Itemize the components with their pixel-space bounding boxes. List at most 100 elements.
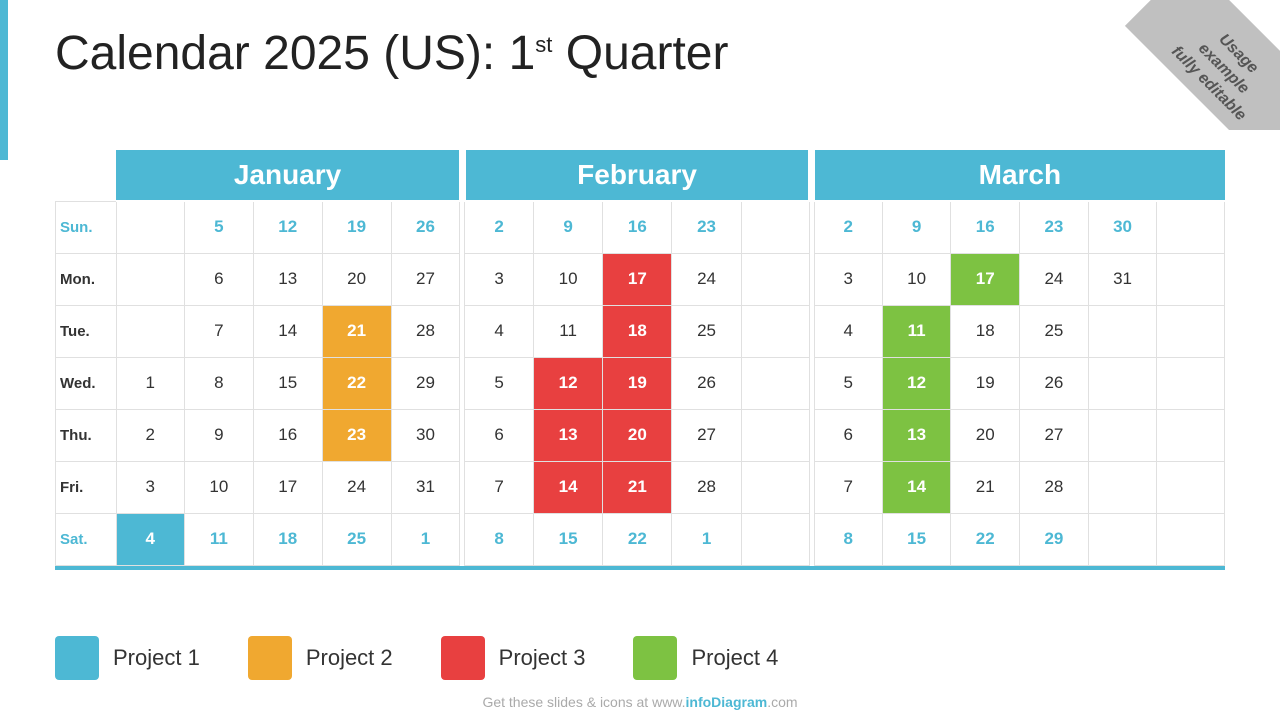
date-cell: 9 — [533, 201, 602, 253]
legend-label-proj4: Project 4 — [691, 645, 778, 671]
legend-color-proj4 — [633, 636, 677, 680]
date-cell — [1157, 513, 1225, 565]
date-cell: 23 — [1020, 201, 1089, 253]
date-cell — [1157, 305, 1225, 357]
date-cell: 8 — [814, 513, 882, 565]
legend-label-proj2: Project 2 — [306, 645, 393, 671]
date-cell: 12 — [253, 201, 322, 253]
date-cell — [116, 201, 184, 253]
date-cell: 2 — [116, 409, 184, 461]
date-cell: 3 — [465, 253, 534, 305]
date-cell: 15 — [253, 357, 322, 409]
month-march: March — [814, 149, 1224, 201]
legend-item-proj2: Project 2 — [248, 636, 393, 680]
legend-label-proj1: Project 1 — [113, 645, 200, 671]
day-label-wed: Wed. — [56, 357, 117, 409]
date-cell: 31 — [391, 461, 460, 513]
date-cell: 25 — [1020, 305, 1089, 357]
legend-item-proj4: Project 4 — [633, 636, 778, 680]
date-cell — [1088, 305, 1157, 357]
calendar-table: January February March Sun. 5 12 19 26 2… — [55, 148, 1225, 566]
date-cell: 14 — [533, 461, 602, 513]
date-cell: 1 — [391, 513, 460, 565]
date-cell: 18 — [603, 305, 672, 357]
date-cell: 6 — [184, 253, 253, 305]
date-cell: 1 — [672, 513, 741, 565]
date-cell: 11 — [533, 305, 602, 357]
date-cell: 26 — [391, 201, 460, 253]
legend-color-proj3 — [441, 636, 485, 680]
day-label-thu: Thu. — [56, 409, 117, 461]
date-cell: 31 — [1088, 253, 1157, 305]
date-cell — [741, 253, 809, 305]
date-cell: 19 — [951, 357, 1020, 409]
legend-color-proj2 — [248, 636, 292, 680]
legend-label-proj3: Project 3 — [499, 645, 586, 671]
table-row: Fri. 3 10 17 24 31 7 14 21 28 7 14 21 28 — [56, 461, 1225, 513]
date-cell: 24 — [672, 253, 741, 305]
date-cell: 6 — [465, 409, 534, 461]
date-cell: 30 — [391, 409, 460, 461]
date-cell — [1157, 461, 1225, 513]
table-row: Mon. 6 13 20 27 3 10 17 24 3 10 17 24 31 — [56, 253, 1225, 305]
table-row: Tue. 7 14 21 28 4 11 18 25 4 11 18 25 — [56, 305, 1225, 357]
date-cell: 3 — [814, 253, 882, 305]
date-cell: 17 — [951, 253, 1020, 305]
date-cell: 2 — [465, 201, 534, 253]
month-february: February — [465, 149, 810, 201]
date-cell: 30 — [1088, 201, 1157, 253]
date-cell: 8 — [465, 513, 534, 565]
date-cell: 22 — [603, 513, 672, 565]
date-cell: 13 — [253, 253, 322, 305]
date-cell: 10 — [533, 253, 602, 305]
date-cell: 20 — [603, 409, 672, 461]
table-row: Sun. 5 12 19 26 2 9 16 23 2 9 16 23 — [56, 201, 1225, 253]
corner-ribbon-text: Usageexamplefully editable — [1125, 0, 1280, 130]
date-cell: 27 — [672, 409, 741, 461]
date-cell: 14 — [253, 305, 322, 357]
date-cell: 18 — [253, 513, 322, 565]
legend-item-proj3: Project 3 — [441, 636, 586, 680]
day-label-sat: Sat. — [56, 513, 117, 565]
date-cell: 23 — [672, 201, 741, 253]
calendar: January February March Sun. 5 12 19 26 2… — [55, 148, 1225, 570]
day-label-sun: Sun. — [56, 201, 117, 253]
date-cell: 17 — [603, 253, 672, 305]
date-cell: 26 — [672, 357, 741, 409]
date-cell — [741, 305, 809, 357]
date-cell: 29 — [1020, 513, 1089, 565]
date-cell: 29 — [391, 357, 460, 409]
date-cell: 12 — [882, 357, 951, 409]
date-cell: 5 — [465, 357, 534, 409]
date-cell: 21 — [951, 461, 1020, 513]
date-cell — [741, 513, 809, 565]
date-cell: 16 — [253, 409, 322, 461]
left-accent-bar — [0, 0, 8, 160]
date-cell: 4 — [116, 513, 184, 565]
date-cell — [741, 357, 809, 409]
month-header-row: January February March — [56, 149, 1225, 201]
date-cell: 21 — [322, 305, 391, 357]
date-cell: 18 — [951, 305, 1020, 357]
date-cell: 24 — [1020, 253, 1089, 305]
date-cell: 3 — [116, 461, 184, 513]
date-cell: 14 — [882, 461, 951, 513]
date-cell: 4 — [465, 305, 534, 357]
date-cell: 7 — [814, 461, 882, 513]
date-cell — [1157, 357, 1225, 409]
date-cell: 11 — [184, 513, 253, 565]
legend: Project 1 Project 2 Project 3 Project 4 — [55, 636, 778, 680]
date-cell: 11 — [882, 305, 951, 357]
date-cell: 16 — [951, 201, 1020, 253]
date-cell: 5 — [814, 357, 882, 409]
date-cell: 15 — [882, 513, 951, 565]
date-cell: 15 — [533, 513, 602, 565]
date-cell — [1157, 409, 1225, 461]
table-row: Wed. 1 8 15 22 29 5 12 19 26 5 12 19 26 — [56, 357, 1225, 409]
month-january: January — [116, 149, 460, 201]
date-cell: 12 — [533, 357, 602, 409]
table-row: Sat. 4 11 18 25 1 8 15 22 1 8 15 22 29 — [56, 513, 1225, 565]
date-cell: 25 — [672, 305, 741, 357]
day-label-fri: Fri. — [56, 461, 117, 513]
date-cell: 22 — [322, 357, 391, 409]
